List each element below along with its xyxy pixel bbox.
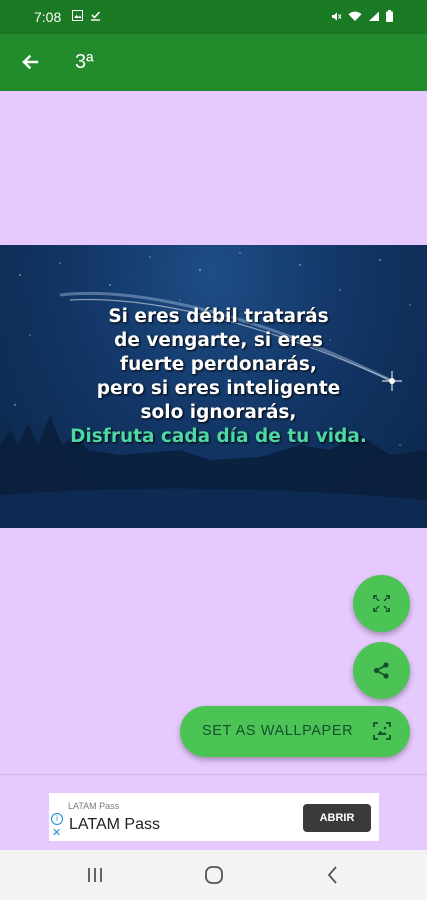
ad-info-icon[interactable]: i: [51, 813, 63, 825]
quote-highlight: Disfruta cada día de tu vida.: [70, 426, 367, 447]
back-icon: [327, 866, 337, 884]
nav-back-button[interactable]: [320, 862, 346, 888]
battery-icon: [386, 10, 393, 22]
recents-button[interactable]: [82, 862, 108, 888]
set-as-wallpaper-label: SET AS WALLPAPER: [202, 723, 354, 739]
quote-text: Si eres débil tratarás de vengarte, si e…: [0, 305, 427, 449]
status-bar: 7:08: [0, 0, 427, 34]
home-icon: [205, 866, 223, 884]
ad-advertiser-small: LATAM Pass: [68, 801, 120, 811]
quote-line: Si eres débil tratarás: [108, 306, 329, 327]
signal-icon: [368, 11, 379, 21]
quote-line: de vengarte, si eres: [114, 330, 323, 351]
quote-image: Si eres débil tratarás de vengarte, si e…: [0, 245, 427, 528]
wallpaper-icon: [373, 722, 391, 740]
ad-advertiser: LATAM Pass: [69, 816, 160, 833]
arrow-back-icon: [22, 54, 39, 70]
back-button[interactable]: [16, 48, 44, 76]
download-done-icon: [91, 11, 101, 21]
app-bar: 3ª: [0, 34, 427, 91]
system-nav-bar: [0, 850, 427, 900]
mute-icon: [331, 12, 342, 21]
recents-icon: [88, 868, 102, 882]
set-as-wallpaper-button[interactable]: SET AS WALLPAPER: [180, 706, 410, 757]
status-right-icons: [331, 10, 393, 24]
ad-banner[interactable]: i ✕ LATAM Pass LATAM Pass ABRIR: [49, 793, 379, 841]
share-button[interactable]: [353, 642, 410, 699]
fullscreen-button[interactable]: [353, 575, 410, 632]
share-icon: [373, 662, 389, 679]
image-icon: [72, 10, 83, 21]
wifi-icon: [348, 11, 362, 21]
quote-line: solo ignorarás,: [140, 402, 297, 423]
status-left-icons: [72, 10, 101, 23]
quote-line: pero si eres inteligente: [96, 378, 341, 399]
quote-line: fuerte perdonarás,: [120, 354, 317, 375]
status-time: 7:08: [34, 9, 62, 25]
fullscreen-icon: [373, 595, 390, 612]
home-button[interactable]: [201, 862, 227, 888]
page-title: 3ª: [75, 51, 94, 73]
ad-close-icon[interactable]: ✕: [52, 826, 61, 839]
ad-open-button[interactable]: ABRIR: [303, 804, 371, 832]
ad-banner-area: i ✕ LATAM Pass LATAM Pass ABRIR: [0, 774, 427, 851]
